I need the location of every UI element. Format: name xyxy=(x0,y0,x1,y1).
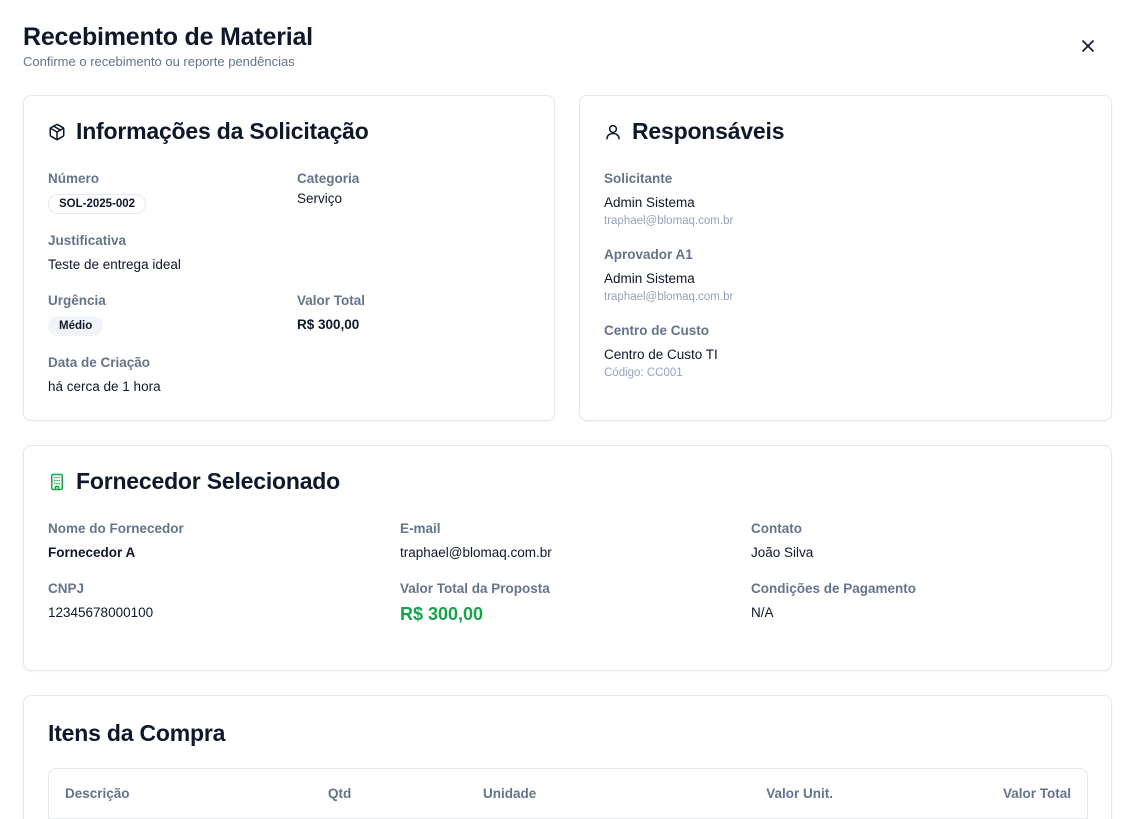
fornecedor-contato-label: Contato xyxy=(751,521,802,536)
fornecedor-condicoes-label: Condições de Pagamento xyxy=(751,581,917,596)
numero-label: Número xyxy=(48,171,100,186)
itens-title: Itens da Compra xyxy=(48,720,226,746)
user-icon xyxy=(604,123,622,141)
justificativa-value: Teste de entrega ideal xyxy=(48,257,181,272)
numero-badge: SOL-2025-002 xyxy=(48,194,147,214)
urgencia-label: Urgência xyxy=(48,293,106,308)
data-criacao-label: Data de Criação xyxy=(48,355,151,370)
fornecedor-card: Fornecedor Selecionado Nome do Fornecedo… xyxy=(23,445,1112,671)
fornecedor-nome-label: Nome do Fornecedor xyxy=(48,521,184,536)
col-valor-unit[interactable]: Valor Unit. xyxy=(766,786,833,801)
fornecedor-condicoes-field: Condições de Pagamento N/A xyxy=(751,580,916,622)
centro-custo-code: Código: CC001 xyxy=(604,367,683,379)
aprovador-name: Admin Sistema xyxy=(604,271,695,286)
itens-table: Descrição Qtd Unidade Valor Unit. Valor … xyxy=(48,768,1088,819)
data-criacao-value: há cerca de 1 hora xyxy=(48,379,161,394)
responsaveis-card-title: Responsáveis xyxy=(604,118,784,145)
numero-field: Número SOL-2025-002 xyxy=(48,170,147,214)
package-icon xyxy=(48,123,66,141)
close-icon xyxy=(1082,40,1094,52)
data-criacao-field: Data de Criação há cerca de 1 hora xyxy=(48,354,161,396)
col-unidade[interactable]: Unidade xyxy=(483,786,536,801)
valor-total-label: Valor Total xyxy=(297,293,366,308)
valor-total-value: R$ 300,00 xyxy=(297,317,360,332)
fornecedor-email-label: E-mail xyxy=(400,521,441,536)
fornecedor-cnpj-label: CNPJ xyxy=(48,581,85,596)
valor-total-field: Valor Total R$ 300,00 xyxy=(297,292,365,334)
categoria-value: Serviço xyxy=(297,191,343,206)
fornecedor-nome-value: Fornecedor A xyxy=(48,545,136,560)
aprovador-label: Aprovador A1 xyxy=(604,247,693,262)
responsaveis-title-text: Responsáveis xyxy=(632,118,785,144)
fornecedor-cnpj-field: CNPJ 12345678000100 xyxy=(48,580,153,622)
info-card-title: Informações da Solicitação xyxy=(48,118,369,145)
info-title-text: Informações da Solicitação xyxy=(76,118,369,144)
fornecedor-nome-field: Nome do Fornecedor Fornecedor A xyxy=(48,520,184,562)
building-icon xyxy=(48,473,66,491)
categoria-field: Categoria Serviço xyxy=(297,170,359,208)
fornecedor-title-text: Fornecedor Selecionado xyxy=(76,468,340,494)
col-descricao[interactable]: Descrição xyxy=(65,786,130,801)
fornecedor-email-field: E-mail traphael@blomaq.com.br xyxy=(400,520,552,562)
urgencia-badge: Médio xyxy=(48,316,104,336)
fornecedor-valor-value: R$ 300,00 xyxy=(400,604,484,624)
solicitante-email: traphael@blomaq.com.br xyxy=(604,215,734,227)
itens-card: Itens da Compra Descrição Qtd Unidade Va… xyxy=(23,695,1112,819)
col-valor-total[interactable]: Valor Total xyxy=(1003,786,1071,801)
dialog-header: Recebimento de Material Confirme o receb… xyxy=(23,22,313,69)
info-card: Informações da Solicitação Número SOL-20… xyxy=(23,95,555,421)
solicitante-label: Solicitante xyxy=(604,171,673,186)
justificativa-label: Justificativa xyxy=(48,233,127,248)
aprovador-field: Aprovador A1 Admin Sistema traphael@blom… xyxy=(604,246,733,303)
categoria-label: Categoria xyxy=(297,171,360,186)
urgencia-field: Urgência Médio xyxy=(48,292,106,336)
centro-custo-field: Centro de Custo Centro de Custo TI Códig… xyxy=(604,322,718,379)
fornecedor-condicoes-value: N/A xyxy=(751,605,774,620)
centro-custo-label: Centro de Custo xyxy=(604,323,710,338)
col-qtd[interactable]: Qtd xyxy=(328,786,351,801)
fornecedor-email-value: traphael@blomaq.com.br xyxy=(400,545,552,560)
fornecedor-valor-field: Valor Total da Proposta R$ 300,00 xyxy=(400,580,550,623)
close-button[interactable] xyxy=(1076,34,1100,58)
solicitante-name: Admin Sistema xyxy=(604,195,695,210)
fornecedor-card-title: Fornecedor Selecionado xyxy=(48,468,340,495)
justificativa-field: Justificativa Teste de entrega ideal xyxy=(48,232,181,274)
fornecedor-valor-label: Valor Total da Proposta xyxy=(400,581,550,596)
fornecedor-contato-value: João Silva xyxy=(751,545,814,560)
fornecedor-cnpj-value: 12345678000100 xyxy=(48,605,154,620)
solicitante-field: Solicitante Admin Sistema traphael@bloma… xyxy=(604,170,733,227)
responsaveis-card: Responsáveis Solicitante Admin Sistema t… xyxy=(579,95,1112,421)
dialog-subtitle: Confirme o recebimento ou reporte pendên… xyxy=(23,54,295,69)
itens-table-header: Descrição Qtd Unidade Valor Unit. Valor … xyxy=(49,769,1087,819)
dialog-title: Recebimento de Material xyxy=(23,23,313,51)
centro-custo-name: Centro de Custo TI xyxy=(604,347,718,362)
fornecedor-contato-field: Contato João Silva xyxy=(751,520,813,562)
aprovador-email: traphael@blomaq.com.br xyxy=(604,291,734,303)
